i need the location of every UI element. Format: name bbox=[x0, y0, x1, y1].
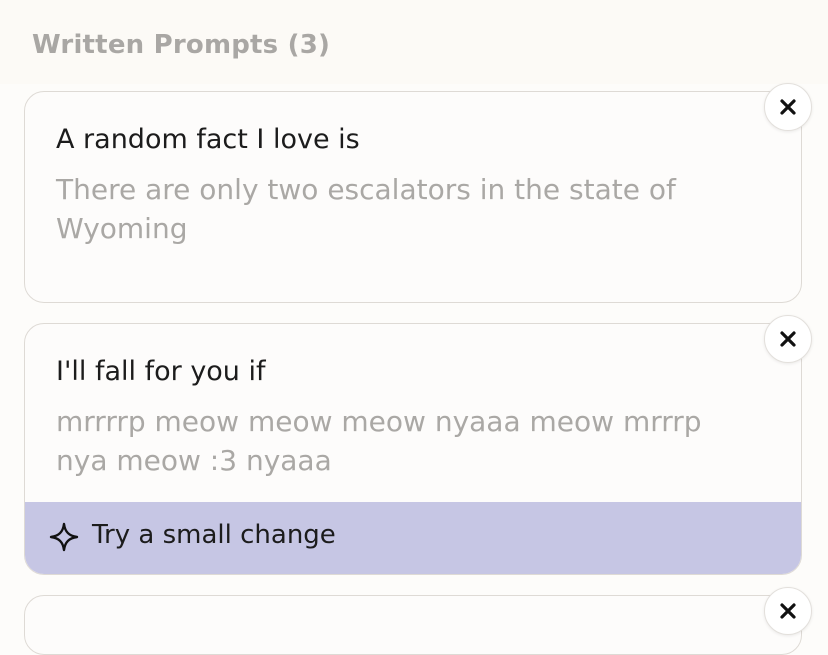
remove-prompt-1-button[interactable] bbox=[764, 83, 812, 131]
prompts-header: Written Prompts (3) bbox=[0, 0, 828, 84]
remove-prompt-3-button[interactable] bbox=[764, 587, 812, 635]
prompt-answer: There are only two escalators in the sta… bbox=[56, 173, 676, 245]
prompt-title: A random fact I love is bbox=[56, 124, 360, 155]
section-title: Written Prompts (3) bbox=[32, 30, 331, 60]
try-small-change-button[interactable]: Try a small change bbox=[25, 502, 801, 574]
prompt-card-3[interactable] bbox=[24, 595, 802, 655]
prompt-card-2[interactable]: I'll fall for you if mrrrrp meow meow me… bbox=[24, 323, 802, 575]
prompt-card-1[interactable]: A random fact I love is There are only t… bbox=[24, 91, 802, 303]
suggestion-label: Try a small change bbox=[92, 520, 336, 550]
close-icon bbox=[780, 603, 796, 619]
remove-prompt-2-button[interactable] bbox=[764, 315, 812, 363]
close-icon bbox=[780, 99, 796, 115]
sparkle-icon bbox=[49, 522, 79, 552]
prompt-answer: mrrrrp meow meow meow nyaaa meow mrrrp n… bbox=[56, 405, 702, 477]
close-icon bbox=[780, 331, 796, 347]
prompt-title: I'll fall for you if bbox=[56, 356, 266, 387]
